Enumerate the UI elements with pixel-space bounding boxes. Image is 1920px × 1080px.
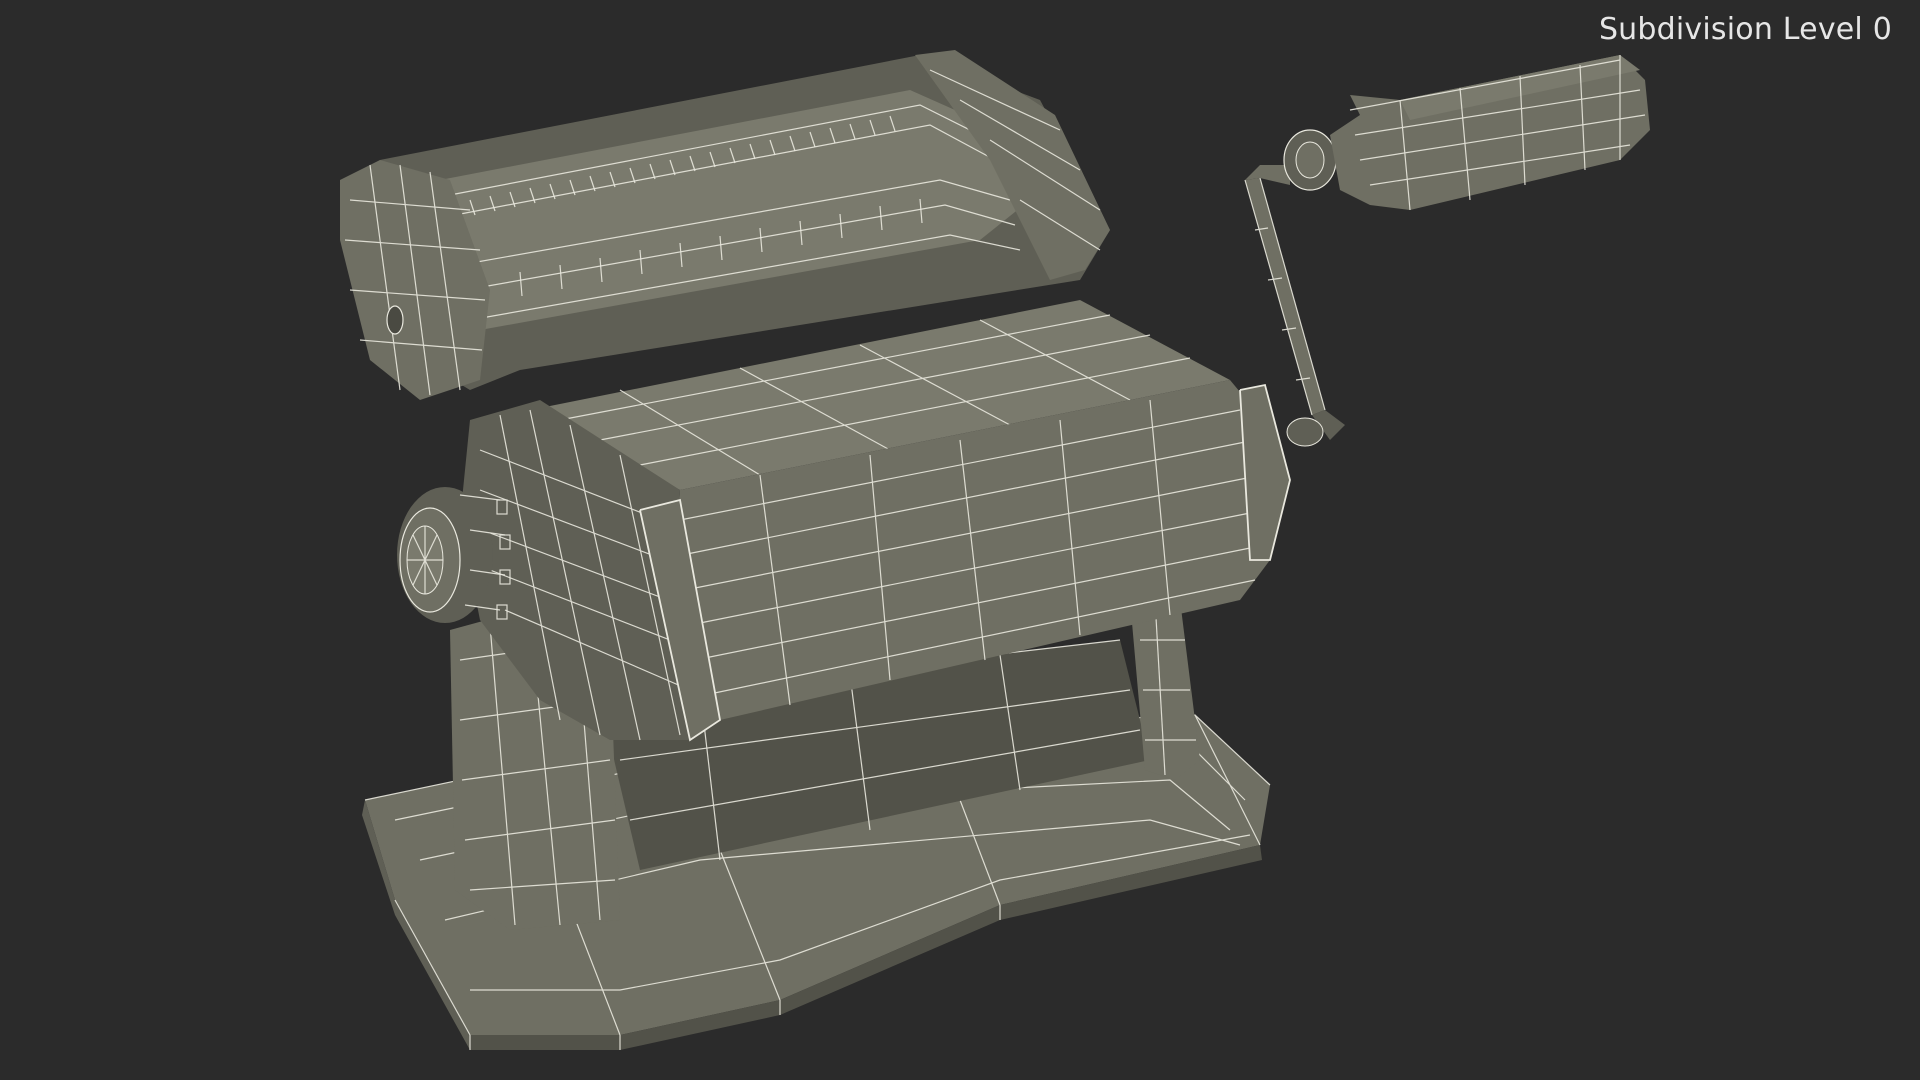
3d-viewport[interactable]: Subdivision Level 0 — [0, 0, 1920, 1080]
pasta-machine-wireframe-model[interactable] — [0, 0, 1920, 1080]
crank-handle — [1244, 55, 1650, 447]
